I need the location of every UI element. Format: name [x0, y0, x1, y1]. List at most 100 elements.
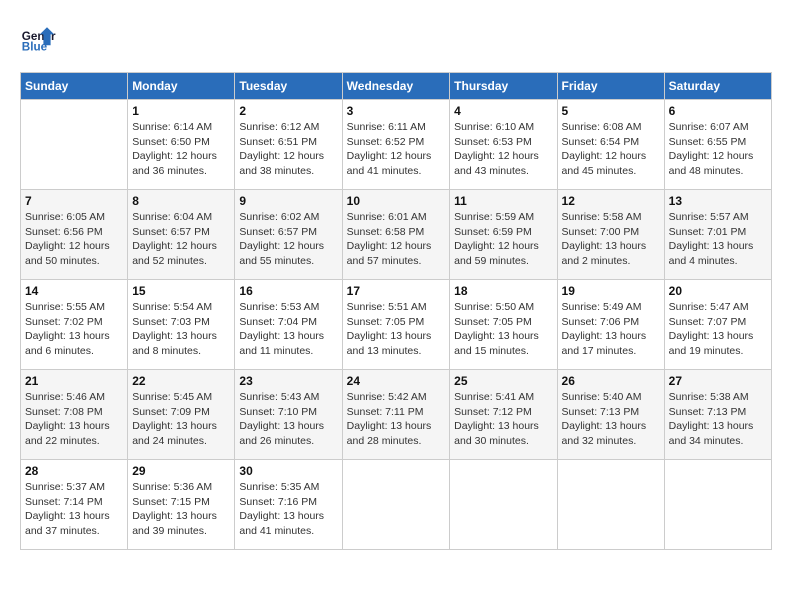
calendar-cell: 21 Sunrise: 5:46 AM Sunset: 7:08 PM Dayli… — [21, 370, 128, 460]
day-info: Sunrise: 6:01 AM Sunset: 6:58 PM Dayligh… — [347, 210, 446, 269]
day-number: 30 — [239, 464, 337, 478]
calendar-cell: 17 Sunrise: 5:51 AM Sunset: 7:05 PM Dayli… — [342, 280, 450, 370]
day-number: 15 — [132, 284, 230, 298]
header-row: SundayMondayTuesdayWednesdayThursdayFrid… — [21, 73, 772, 100]
calendar-cell: 16 Sunrise: 5:53 AM Sunset: 7:04 PM Dayli… — [235, 280, 342, 370]
day-number: 14 — [25, 284, 123, 298]
week-row-2: 7 Sunrise: 6:05 AM Sunset: 6:56 PM Daylig… — [21, 190, 772, 280]
day-number: 4 — [454, 104, 552, 118]
day-info: Sunrise: 6:02 AM Sunset: 6:57 PM Dayligh… — [239, 210, 337, 269]
column-header-sunday: Sunday — [21, 73, 128, 100]
day-number: 22 — [132, 374, 230, 388]
day-number: 5 — [562, 104, 660, 118]
day-number: 16 — [239, 284, 337, 298]
calendar-cell: 30 Sunrise: 5:35 AM Sunset: 7:16 PM Dayli… — [235, 460, 342, 550]
day-info: Sunrise: 6:11 AM Sunset: 6:52 PM Dayligh… — [347, 120, 446, 179]
calendar-cell: 4 Sunrise: 6:10 AM Sunset: 6:53 PM Daylig… — [450, 100, 557, 190]
day-info: Sunrise: 6:12 AM Sunset: 6:51 PM Dayligh… — [239, 120, 337, 179]
day-info: Sunrise: 5:36 AM Sunset: 7:15 PM Dayligh… — [132, 480, 230, 539]
calendar-cell: 6Sunrise: 6:07 AM Sunset: 6:55 PM Daylig… — [664, 100, 771, 190]
day-info: Sunrise: 5:59 AM Sunset: 6:59 PM Dayligh… — [454, 210, 552, 269]
column-header-thursday: Thursday — [450, 73, 557, 100]
day-info: Sunrise: 5:43 AM Sunset: 7:10 PM Dayligh… — [239, 390, 337, 449]
calendar-cell: 28Sunrise: 5:37 AM Sunset: 7:14 PM Dayli… — [21, 460, 128, 550]
calendar-cell: 27 Sunrise: 5:38 AM Sunset: 7:13 PM Dayli… — [664, 370, 771, 460]
calendar-cell: 3 Sunrise: 6:11 AM Sunset: 6:52 PM Daylig… — [342, 100, 450, 190]
day-info: Sunrise: 6:10 AM Sunset: 6:53 PM Dayligh… — [454, 120, 552, 179]
week-row-5: 28Sunrise: 5:37 AM Sunset: 7:14 PM Dayli… — [21, 460, 772, 550]
day-number: 24 — [347, 374, 446, 388]
day-info: Sunrise: 5:40 AM Sunset: 7:13 PM Dayligh… — [562, 390, 660, 449]
calendar-cell: 15 Sunrise: 5:54 AM Sunset: 7:03 PM Dayli… — [128, 280, 235, 370]
page-header: General Blue — [20, 20, 772, 56]
day-info: Sunrise: 6:08 AM Sunset: 6:54 PM Dayligh… — [562, 120, 660, 179]
day-number: 23 — [239, 374, 337, 388]
day-info: Sunrise: 6:04 AM Sunset: 6:57 PM Dayligh… — [132, 210, 230, 269]
calendar-cell: 26 Sunrise: 5:40 AM Sunset: 7:13 PM Dayli… — [557, 370, 664, 460]
day-number: 1 — [132, 104, 230, 118]
day-info: Sunrise: 5:45 AM Sunset: 7:09 PM Dayligh… — [132, 390, 230, 449]
day-info: Sunrise: 5:35 AM Sunset: 7:16 PM Dayligh… — [239, 480, 337, 539]
calendar-cell: 8 Sunrise: 6:04 AM Sunset: 6:57 PM Daylig… — [128, 190, 235, 280]
day-number: 9 — [239, 194, 337, 208]
day-info: Sunrise: 5:46 AM Sunset: 7:08 PM Dayligh… — [25, 390, 123, 449]
day-info: Sunrise: 6:14 AM Sunset: 6:50 PM Dayligh… — [132, 120, 230, 179]
day-number: 8 — [132, 194, 230, 208]
calendar-cell: 25 Sunrise: 5:41 AM Sunset: 7:12 PM Dayli… — [450, 370, 557, 460]
column-header-tuesday: Tuesday — [235, 73, 342, 100]
day-number: 27 — [669, 374, 767, 388]
day-info: Sunrise: 6:07 AM Sunset: 6:55 PM Dayligh… — [669, 120, 767, 179]
week-row-1: 1 Sunrise: 6:14 AM Sunset: 6:50 PM Daylig… — [21, 100, 772, 190]
calendar-cell: 24 Sunrise: 5:42 AM Sunset: 7:11 PM Dayli… — [342, 370, 450, 460]
calendar-cell: 12Sunrise: 5:58 AM Sunset: 7:00 PM Dayli… — [557, 190, 664, 280]
day-info: Sunrise: 6:05 AM Sunset: 6:56 PM Dayligh… — [25, 210, 123, 269]
calendar-cell: 2 Sunrise: 6:12 AM Sunset: 6:51 PM Daylig… — [235, 100, 342, 190]
calendar-cell: 20Sunrise: 5:47 AM Sunset: 7:07 PM Dayli… — [664, 280, 771, 370]
calendar-cell: 22 Sunrise: 5:45 AM Sunset: 7:09 PM Dayli… — [128, 370, 235, 460]
day-number: 3 — [347, 104, 446, 118]
calendar-cell: 13 Sunrise: 5:57 AM Sunset: 7:01 PM Dayli… — [664, 190, 771, 280]
day-number: 25 — [454, 374, 552, 388]
week-row-3: 14 Sunrise: 5:55 AM Sunset: 7:02 PM Dayli… — [21, 280, 772, 370]
day-number: 29 — [132, 464, 230, 478]
column-header-friday: Friday — [557, 73, 664, 100]
day-number: 17 — [347, 284, 446, 298]
column-header-saturday: Saturday — [664, 73, 771, 100]
calendar-cell — [664, 460, 771, 550]
day-info: Sunrise: 5:42 AM Sunset: 7:11 PM Dayligh… — [347, 390, 446, 449]
day-number: 26 — [562, 374, 660, 388]
calendar-body: 1 Sunrise: 6:14 AM Sunset: 6:50 PM Daylig… — [21, 100, 772, 550]
day-number: 10 — [347, 194, 446, 208]
column-header-monday: Monday — [128, 73, 235, 100]
day-number: 7 — [25, 194, 123, 208]
calendar-cell — [557, 460, 664, 550]
day-info: Sunrise: 5:53 AM Sunset: 7:04 PM Dayligh… — [239, 300, 337, 359]
calendar-cell: 9 Sunrise: 6:02 AM Sunset: 6:57 PM Daylig… — [235, 190, 342, 280]
calendar-cell: 7 Sunrise: 6:05 AM Sunset: 6:56 PM Daylig… — [21, 190, 128, 280]
day-info: Sunrise: 5:41 AM Sunset: 7:12 PM Dayligh… — [454, 390, 552, 449]
column-header-wednesday: Wednesday — [342, 73, 450, 100]
calendar-cell: 18 Sunrise: 5:50 AM Sunset: 7:05 PM Dayli… — [450, 280, 557, 370]
day-info: Sunrise: 5:57 AM Sunset: 7:01 PM Dayligh… — [669, 210, 767, 269]
day-info: Sunrise: 5:50 AM Sunset: 7:05 PM Dayligh… — [454, 300, 552, 359]
calendar-table: SundayMondayTuesdayWednesdayThursdayFrid… — [20, 72, 772, 550]
calendar-cell: 10 Sunrise: 6:01 AM Sunset: 6:58 PM Dayli… — [342, 190, 450, 280]
day-info: Sunrise: 5:55 AM Sunset: 7:02 PM Dayligh… — [25, 300, 123, 359]
calendar-cell: 1 Sunrise: 6:14 AM Sunset: 6:50 PM Daylig… — [128, 100, 235, 190]
day-info: Sunrise: 5:51 AM Sunset: 7:05 PM Dayligh… — [347, 300, 446, 359]
calendar-header: SundayMondayTuesdayWednesdayThursdayFrid… — [21, 73, 772, 100]
calendar-cell: 14 Sunrise: 5:55 AM Sunset: 7:02 PM Dayli… — [21, 280, 128, 370]
calendar-cell — [450, 460, 557, 550]
calendar-cell: 5 Sunrise: 6:08 AM Sunset: 6:54 PM Daylig… — [557, 100, 664, 190]
logo: General Blue — [20, 20, 56, 56]
day-info: Sunrise: 5:58 AM Sunset: 7:00 PM Dayligh… — [562, 210, 660, 269]
day-number: 18 — [454, 284, 552, 298]
day-number: 28 — [25, 464, 123, 478]
day-number: 13 — [669, 194, 767, 208]
day-info: Sunrise: 5:54 AM Sunset: 7:03 PM Dayligh… — [132, 300, 230, 359]
day-info: Sunrise: 5:38 AM Sunset: 7:13 PM Dayligh… — [669, 390, 767, 449]
day-number: 2 — [239, 104, 337, 118]
calendar-cell: 23 Sunrise: 5:43 AM Sunset: 7:10 PM Dayli… — [235, 370, 342, 460]
day-number: 20 — [669, 284, 767, 298]
day-number: 21 — [25, 374, 123, 388]
